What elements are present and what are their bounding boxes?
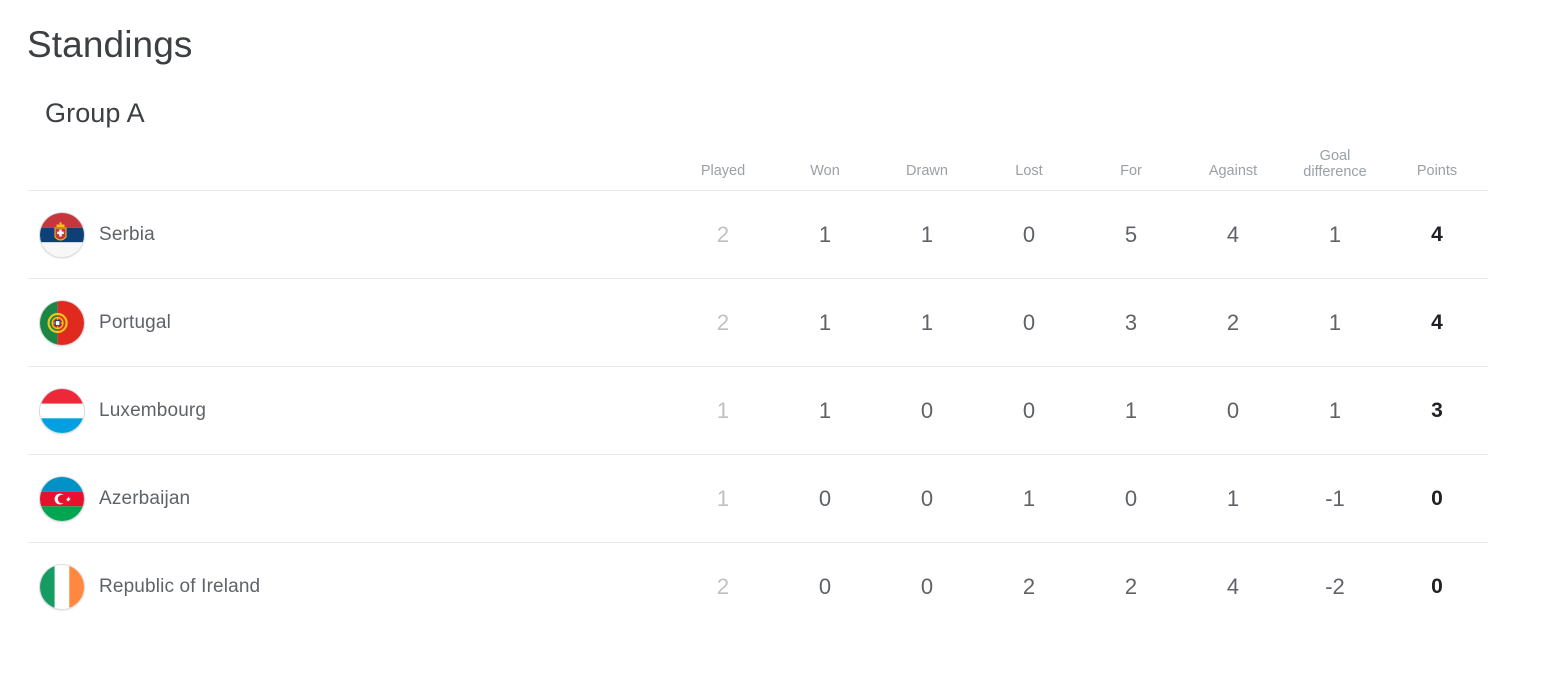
stat-won: 0: [818, 573, 832, 599]
stat-goal-difference: 1: [1284, 190, 1386, 279]
stat-points: 4: [1386, 190, 1488, 279]
stat-lost: 2: [1022, 573, 1036, 599]
table-header: Played Won Drawn Lost For Against Goal d…: [28, 148, 1488, 191]
team-name: Portugal: [99, 311, 171, 333]
stat-against: 4: [1226, 573, 1240, 599]
team-cell[interactable]: Azerbaijan: [28, 454, 672, 543]
stat-goal-difference: -2: [1325, 573, 1345, 599]
stat-won: 0: [774, 454, 876, 543]
stat-for: 2: [1124, 573, 1138, 599]
team-name: Luxembourg: [99, 399, 207, 421]
stat-lost: 1: [978, 454, 1080, 543]
stat-points: 3: [1386, 366, 1488, 455]
standings-table-container: Played Won Drawn Lost For Against Goal d…: [0, 148, 1553, 631]
flag-azerbaijan-icon: [40, 476, 84, 521]
table-row[interactable]: Luxembourg 1 1 0 0 1 0 1 3: [28, 366, 1488, 455]
column-header-points[interactable]: Points: [1386, 148, 1488, 191]
stat-drawn: 0: [876, 454, 978, 543]
stat-goal-difference: 1: [1284, 366, 1386, 455]
stat-lost: 0: [978, 366, 1080, 455]
stat-won: 1: [774, 278, 876, 367]
team-cell[interactable]: Republic of Ireland: [28, 543, 672, 631]
table-row[interactable]: Serbia 2 1 1 0 5 4 1 4: [28, 190, 1488, 279]
stat-for: 1: [1080, 366, 1182, 455]
column-header-goal-difference-line1: Goal: [1319, 148, 1351, 164]
stat-played: 2: [672, 190, 774, 279]
column-header-against[interactable]: Against: [1182, 148, 1284, 191]
standings-table: Played Won Drawn Lost For Against Goal d…: [28, 148, 1488, 631]
column-header-team: [28, 148, 672, 191]
stat-points: 0: [1431, 574, 1443, 598]
stat-drawn: 1: [876, 190, 978, 279]
flag-serbia-icon: [40, 212, 84, 257]
standings-page: Standings Group A Played Won Drawn Lost …: [0, 0, 1553, 678]
stat-played: 1: [672, 454, 774, 543]
table-body: Serbia 2 1 1 0 5 4 1 4 Portugal 2 1 1 0 …: [28, 190, 1488, 631]
stat-points: 0: [1386, 454, 1488, 543]
team-cell[interactable]: Serbia: [28, 190, 672, 279]
stat-for: 3: [1080, 278, 1182, 367]
stat-against: 4: [1182, 190, 1284, 279]
column-header-played[interactable]: Played: [672, 148, 774, 191]
stat-lost: 0: [978, 190, 1080, 279]
column-header-goal-difference[interactable]: Goal difference: [1284, 148, 1386, 191]
stat-won: 1: [774, 366, 876, 455]
flag-republic-of-ireland-icon: [40, 564, 84, 609]
team-name: Republic of Ireland: [99, 575, 261, 597]
stat-drawn: 0: [876, 366, 978, 455]
stat-won: 1: [774, 190, 876, 279]
stat-played: 2: [672, 278, 774, 367]
table-row[interactable]: Azerbaijan 1 0 0 1 0 1 -1 0: [28, 454, 1488, 543]
column-header-drawn[interactable]: Drawn: [876, 148, 978, 191]
stat-against: 0: [1182, 366, 1284, 455]
table-row[interactable]: Republic of Ireland 2 0 0 2 2 4 -2 0: [28, 543, 1488, 631]
team-cell[interactable]: Portugal: [28, 278, 672, 367]
stat-points: 4: [1386, 278, 1488, 367]
stat-against: 1: [1182, 454, 1284, 543]
stat-goal-difference: -1: [1284, 454, 1386, 543]
stat-against: 2: [1182, 278, 1284, 367]
stat-lost: 0: [978, 278, 1080, 367]
stat-goal-difference: 1: [1284, 278, 1386, 367]
team-name: Serbia: [99, 223, 155, 245]
stat-played: 2: [716, 573, 730, 599]
stat-for: 5: [1080, 190, 1182, 279]
team-cell[interactable]: Luxembourg: [28, 366, 672, 455]
column-header-goal-difference-line2: difference: [1303, 164, 1367, 180]
table-row[interactable]: Portugal 2 1 1 0 3 2 1 4: [28, 278, 1488, 367]
column-header-won[interactable]: Won: [774, 148, 876, 191]
column-header-lost[interactable]: Lost: [978, 148, 1080, 191]
page-title: Standings: [27, 24, 193, 65]
stat-drawn: 1: [876, 278, 978, 367]
team-name: Azerbaijan: [99, 487, 191, 509]
column-header-for[interactable]: For: [1080, 148, 1182, 191]
flag-portugal-icon: [40, 300, 84, 345]
stat-played: 1: [672, 366, 774, 455]
flag-luxembourg-icon: [40, 388, 84, 433]
group-title: Group A: [45, 98, 145, 128]
table-header-row: Played Won Drawn Lost For Against Goal d…: [28, 148, 1488, 191]
stat-for: 0: [1080, 454, 1182, 543]
stat-drawn: 0: [920, 573, 934, 599]
